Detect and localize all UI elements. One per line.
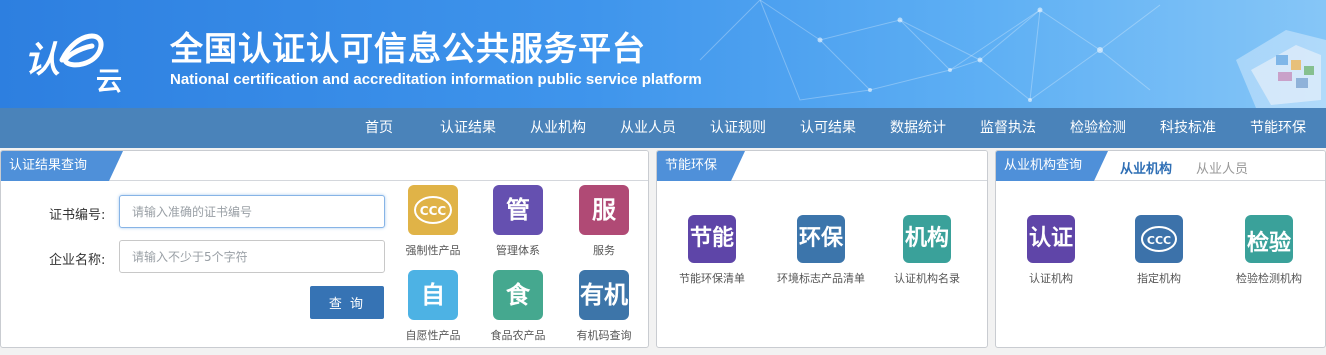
nav-energy[interactable]: 节能环保 [1250, 108, 1306, 148]
tile-label: 自愿性产品 [405, 329, 461, 342]
ccc-mark-text: CCC [420, 204, 447, 218]
energy-saving-icon: 节能 [688, 215, 736, 263]
certification-icon: 认证 [1027, 215, 1075, 263]
tile-label: 管理体系 [496, 244, 540, 257]
tab-org-query[interactable]: 从业机构查询 [996, 151, 1108, 181]
tile-env-label-list[interactable]: 环保 环境标志产品清单 [765, 215, 877, 286]
site-title: 全国认证认可信息公共服务平台 [170, 29, 646, 68]
energy-panel: 节能环保 节能 节能环保清单 环保 环境标志产品清单 机构 认证机构名录 [656, 150, 988, 348]
tile-voluntary-products[interactable]: 自 自愿性产品 [393, 270, 473, 343]
tile-designated-bodies[interactable]: CCC 指定机构 [1119, 215, 1199, 286]
tile-label: 指定机构 [1137, 272, 1181, 285]
tile-cert-bodies[interactable]: 认证 认证机构 [1011, 215, 1091, 286]
site-logo[interactable]: 认 云 [22, 20, 137, 97]
main-nav: 首页 认证结果 从业机构 从业人员 认证规则 认可结果 数据统计 监督执法 检验… [0, 108, 1326, 148]
tile-label: 服务 [593, 244, 615, 257]
ccc-mark-text: CCC [1147, 234, 1171, 247]
nav-cert-results[interactable]: 认证结果 [440, 108, 496, 148]
tile-label: 有机码查询 [576, 329, 632, 342]
nav-personnel[interactable]: 从业人员 [620, 108, 676, 148]
env-protection-icon: 环保 [797, 215, 845, 263]
cert-no-input[interactable] [119, 195, 385, 228]
management-icon: 管 [493, 185, 543, 235]
subtab-personnel[interactable]: 从业人员 [1196, 158, 1248, 177]
tab-cert-query[interactable]: 认证结果查询 [1, 151, 123, 181]
tile-label: 检验检测机构 [1236, 272, 1302, 285]
tile-label: 强制性产品 [405, 244, 461, 257]
tile-management-system[interactable]: 管 管理体系 [478, 185, 558, 258]
panel-header: 节能环保 [657, 151, 987, 181]
company-label: 企业名称: [49, 253, 106, 268]
tile-ccc-products[interactable]: CCC 强制性产品 [393, 185, 473, 258]
ccc-icon: CCC [1135, 215, 1183, 263]
panel-header: 认证结果查询 [1, 151, 648, 181]
institution-icon: 机构 [903, 215, 951, 263]
inspection-icon: 检验检测 [1245, 215, 1293, 304]
nav-supervision[interactable]: 监督执法 [980, 108, 1036, 148]
voluntary-icon: 自 [408, 270, 458, 320]
tile-label: 认证机构名录 [894, 272, 960, 285]
tile-service[interactable]: 服 服务 [564, 185, 644, 258]
nav-inspection[interactable]: 检验检测 [1070, 108, 1126, 148]
nav-institutions[interactable]: 从业机构 [530, 108, 586, 148]
cert-no-label: 证书编号: [49, 208, 106, 223]
tile-inspection-bodies[interactable]: 检验检测 检验检测机构 [1223, 215, 1315, 304]
subtab-institutions[interactable]: 从业机构 [1120, 158, 1172, 177]
site-subtitle: National certification and accreditation… [170, 71, 702, 88]
tile-label: 食品农产品 [490, 329, 546, 342]
ccc-icon: CCC [408, 185, 458, 235]
nav-statistics[interactable]: 数据统计 [890, 108, 946, 148]
nav-standards[interactable]: 科技标准 [1160, 108, 1216, 148]
tab-energy[interactable]: 节能环保 [657, 151, 745, 181]
cert-query-panel: 认证结果查询 证书编号: 企业名称: 查 询 CCC 强制性产品 管 管理体系 … [0, 150, 649, 348]
company-input[interactable] [119, 240, 385, 273]
query-button[interactable]: 查 询 [310, 286, 384, 319]
organic-icon: 有机 [579, 270, 629, 320]
org-query-panel: 从业机构查询 从业机构 从业人员 认证 认证机构 CCC 指定机构 检验检测 检… [995, 150, 1326, 348]
tile-food-agri[interactable]: 食 食品农产品 [478, 270, 558, 343]
device-collage-decoration [1236, 30, 1326, 108]
tile-label: 环境标志产品清单 [777, 272, 865, 285]
nav-accreditation-results[interactable]: 认可结果 [800, 108, 856, 148]
service-icon: 服 [579, 185, 629, 235]
tile-energy-list[interactable]: 节能 节能环保清单 [672, 215, 752, 286]
logo-icon: 认 云 [24, 33, 122, 97]
food-icon: 食 [493, 270, 543, 320]
nav-cert-rules[interactable]: 认证规则 [710, 108, 766, 148]
svg-text:认: 认 [24, 39, 60, 81]
header-banner: 认 云 全国认证认可信息公共服务平台 National certificatio… [0, 0, 1326, 108]
nav-home[interactable]: 首页 [365, 108, 393, 148]
tile-organic-code[interactable]: 有机 有机码查询 [564, 270, 644, 343]
tile-label: 节能环保清单 [679, 272, 745, 285]
panel-header: 从业机构查询 从业机构 从业人员 [996, 151, 1325, 181]
tile-cert-body-directory[interactable]: 机构 认证机构名录 [882, 215, 972, 286]
tile-label: 认证机构 [1029, 272, 1073, 285]
svg-text:云: 云 [96, 67, 122, 96]
